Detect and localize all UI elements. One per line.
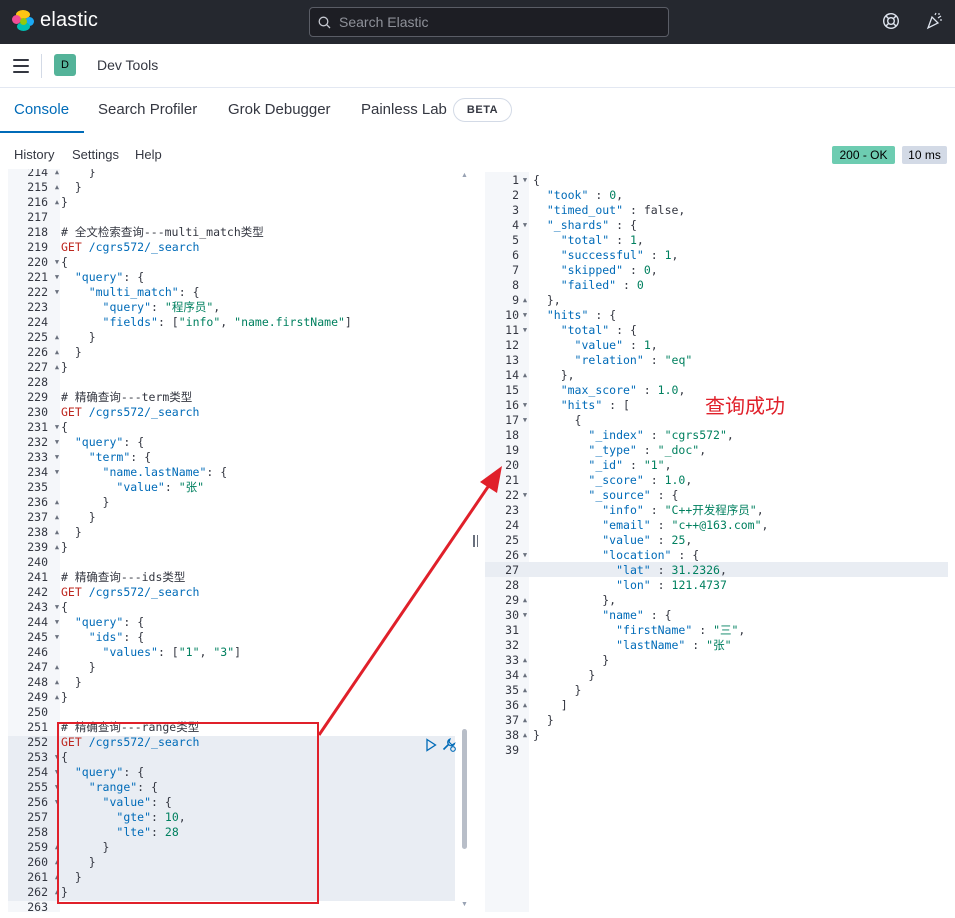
- annotation-arrow: [317, 466, 502, 736]
- annotation-text: 查询成功: [705, 396, 785, 418]
